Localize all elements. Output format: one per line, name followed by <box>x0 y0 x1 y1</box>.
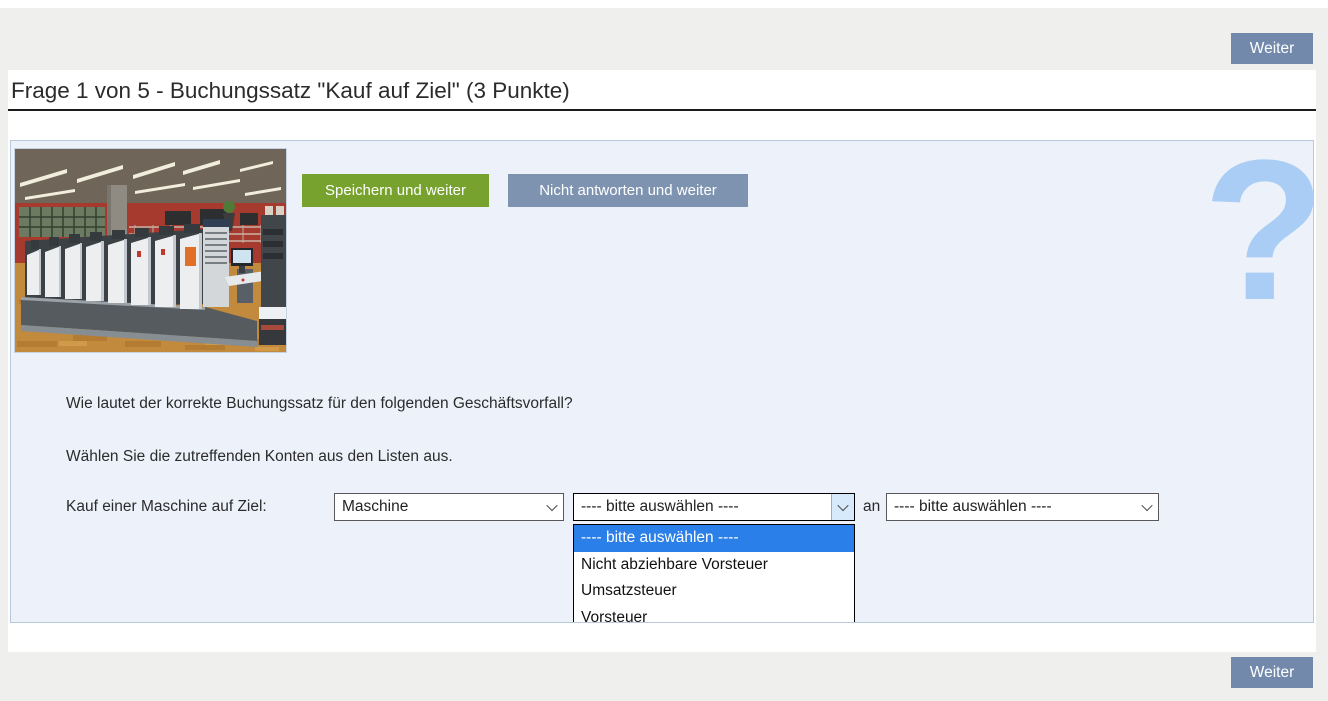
question-image <box>14 148 287 353</box>
dropdown-option[interactable]: Umsatzsteuer <box>574 578 854 605</box>
save-and-next-button[interactable]: Speichern und weiter <box>302 174 489 207</box>
second-account-value: ---- bitte auswählen ---- <box>581 498 739 516</box>
credit-account-select[interactable]: ---- bitte auswählen ---- <box>886 493 1159 521</box>
printing-press-illustration <box>15 149 286 352</box>
chevron-down-icon[interactable] <box>831 494 854 520</box>
second-account-select[interactable]: ---- bitte auswählen ---- <box>573 493 855 521</box>
chevron-down-icon[interactable] <box>1135 494 1158 520</box>
question-prompt: Wie lautet der korrekte Buchungssatz für… <box>66 395 573 413</box>
debit-account-select[interactable]: Maschine <box>334 493 564 521</box>
dropdown-option[interactable]: ---- bitte auswählen ---- <box>574 525 854 552</box>
top-white-strip <box>0 0 1328 8</box>
booking-entry-row: Kauf einer Maschine auf Ziel: Maschine -… <box>66 493 1266 521</box>
dropdown-option[interactable]: Vorsteuer <box>574 605 854 623</box>
credit-account-value: ---- bitte auswählen ---- <box>894 498 1052 516</box>
second-account-dropdown-list: ---- bitte auswählen ---- Nicht abziehba… <box>573 524 855 623</box>
debit-account-value: Maschine <box>342 498 408 516</box>
next-button-top[interactable]: Weiter <box>1231 33 1313 64</box>
dropdown-option[interactable]: Nicht abziehbare Vorsteuer <box>574 552 854 579</box>
next-button-bottom[interactable]: Weiter <box>1231 657 1313 688</box>
question-instruction: Wählen Sie die zutreffenden Konten aus d… <box>66 448 453 466</box>
conjunction-an: an <box>863 493 880 521</box>
chevron-down-icon[interactable] <box>540 494 563 520</box>
question-mark-icon: ? <box>1201 140 1314 331</box>
page-title: Frage 1 von 5 - Buchungssatz "Kauf auf Z… <box>8 70 1316 111</box>
no-answer-and-next-button[interactable]: Nicht antworten und weiter <box>508 174 748 207</box>
transaction-label: Kauf einer Maschine auf Ziel: <box>66 493 267 521</box>
question-panel: Speichern und weiter Nicht antworten und… <box>10 140 1314 623</box>
